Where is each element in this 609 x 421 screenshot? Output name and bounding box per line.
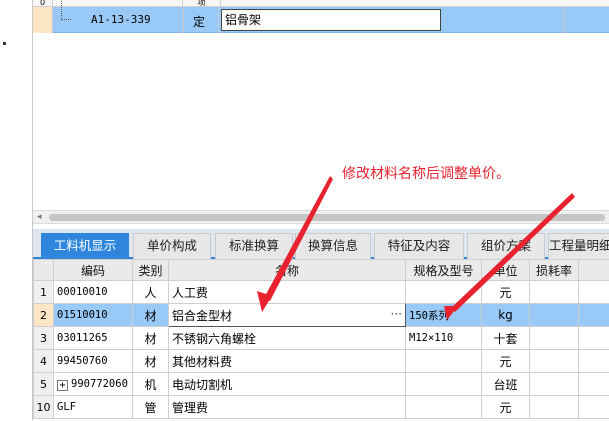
cell-loss-rate[interactable] <box>529 326 579 350</box>
cell-name[interactable]: 不锈钢六角螺栓 <box>168 326 406 350</box>
table-header: 编码 类别 名称 规格及型号 单位 损耗率 <box>33 259 609 281</box>
tab-conversion-info[interactable]: 换算信息 <box>295 233 371 259</box>
tab-standard-conversion[interactable]: 标准换算 <box>215 233 293 259</box>
column-divider <box>563 7 564 33</box>
column-header-spec[interactable]: 规格及型号 <box>405 259 482 281</box>
column-divider <box>218 7 219 33</box>
left-arrow-icon[interactable]: ◂ <box>37 212 42 222</box>
cell-category[interactable]: 机 <box>132 372 169 396</box>
cell-name-editor[interactable]: 铝合金型材 ··· <box>168 303 406 327</box>
column-header-code[interactable]: 编码 <box>53 259 133 281</box>
cell-code-text: 990772060 <box>71 377 128 390</box>
row-marker <box>33 7 53 33</box>
row-number: 2 <box>33 303 54 327</box>
partial-row-type: 项 <box>183 0 221 7</box>
tree-connector <box>61 0 71 20</box>
cell-extra[interactable] <box>578 395 609 419</box>
cell-unit[interactable]: kg <box>481 303 530 327</box>
row-number: 10 <box>33 395 54 419</box>
table-row[interactable]: 3 03011265 材 不锈钢六角螺栓 M12×110 十套 <box>33 326 609 350</box>
table-row[interactable]: 1 00010010 人 人工费 元 <box>33 280 609 304</box>
cell-extra[interactable] <box>578 349 609 373</box>
column-header <box>33 259 54 281</box>
cell-extra[interactable] <box>578 280 609 304</box>
cell-category[interactable]: 材 <box>132 349 169 373</box>
tab-unit-price-composition[interactable]: 单价构成 <box>133 233 211 259</box>
cell-loss-rate[interactable] <box>529 349 579 373</box>
row-number: 4 <box>33 349 54 373</box>
cell-code[interactable]: 99450760 <box>53 349 133 373</box>
ellipsis-icon[interactable]: ··· <box>391 307 402 321</box>
cell-name[interactable]: 人工费 <box>168 280 406 304</box>
cell-code[interactable]: 00010010 <box>53 280 133 304</box>
cell-unit[interactable]: 元 <box>481 395 530 419</box>
tab-labor-material-machine[interactable]: 工料机显示 <box>41 233 129 259</box>
cell-spec[interactable] <box>405 280 482 304</box>
cell-loss-rate[interactable] <box>529 303 579 327</box>
cell-spec[interactable]: 150系列 <box>405 303 482 327</box>
tab-features-content[interactable]: 特征及内容 <box>374 233 464 259</box>
cell-unit[interactable]: 元 <box>481 349 530 373</box>
cell-loss-rate[interactable] <box>529 395 579 419</box>
table-row[interactable]: 10 GLF 管 管理费 元 <box>33 395 609 419</box>
cell-spec[interactable] <box>405 395 482 419</box>
row-number: 3 <box>33 326 54 350</box>
tab-pricing-scheme[interactable]: 组价方案 <box>467 233 545 259</box>
table-row-selected[interactable]: 2 01510010 材 铝合金型材 ··· 150系列 kg <box>33 303 609 327</box>
cell-name[interactable]: 其他材料费 <box>168 349 406 373</box>
cell-extra[interactable] <box>578 372 609 396</box>
row-number: 5 <box>33 372 54 396</box>
cell-spec[interactable] <box>405 349 482 373</box>
partial-row-code <box>53 0 183 7</box>
editor-panel: 0 项 A1-13-339 定 铝骨架 ◂ 工料机显示 单价构成 标准换算 换算… <box>32 0 609 421</box>
annotation-note: 修改材料名称后调整单价。 <box>342 166 510 182</box>
plus-box-icon[interactable]: + <box>57 379 68 391</box>
cell-code[interactable]: GLF <box>53 395 133 419</box>
tab-quantity-details[interactable]: 工程量明细 <box>548 233 609 259</box>
table-row[interactable]: 5 +990772060 机 电动切割机 台班 <box>33 372 609 396</box>
bullet-mark <box>3 42 6 45</box>
quota-kind: 定 <box>193 15 206 29</box>
cell-code[interactable]: 01510010 <box>53 303 133 327</box>
horizontal-scrollbar[interactable]: ◂ <box>33 210 609 224</box>
cell-code-expandable[interactable]: +990772060 <box>53 372 133 396</box>
cell-extra[interactable] <box>578 326 609 350</box>
cell-spec[interactable] <box>405 372 482 396</box>
top-grid-selected-row[interactable]: A1-13-339 定 铝骨架 <box>33 0 609 33</box>
cell-name-text: 铝合金型材 <box>172 308 233 323</box>
partial-row-index: 0 <box>33 0 53 7</box>
cell-unit[interactable]: 元 <box>481 280 530 304</box>
cell-loss-rate[interactable] <box>529 280 579 304</box>
column-header-loss-rate[interactable]: 损耗率 <box>529 259 579 281</box>
cell-spec[interactable]: M12×110 <box>405 326 482 350</box>
cell-name[interactable]: 电动切割机 <box>168 372 406 396</box>
cell-category[interactable]: 人 <box>132 280 169 304</box>
column-header-unit[interactable]: 单位 <box>481 259 530 281</box>
cell-code[interactable]: 03011265 <box>53 326 133 350</box>
column-header-extra <box>578 259 609 281</box>
scrollbar-thumb[interactable] <box>49 214 605 221</box>
quota-name-input[interactable]: 铝骨架 <box>221 9 441 31</box>
top-grid-partial-row[interactable]: 0 项 <box>33 0 609 7</box>
column-divider <box>183 7 184 33</box>
column-header-name[interactable]: 名称 <box>168 259 406 281</box>
cell-unit[interactable]: 十套 <box>481 326 530 350</box>
cell-category[interactable]: 材 <box>132 326 169 350</box>
cell-loss-rate[interactable] <box>529 372 579 396</box>
column-header-category[interactable]: 类别 <box>132 259 169 281</box>
cell-category[interactable]: 管 <box>132 395 169 419</box>
cell-name[interactable]: 管理费 <box>168 395 406 419</box>
cell-extra[interactable] <box>578 303 609 327</box>
resource-table: 编码 类别 名称 规格及型号 单位 损耗率 1 00010010 人 人工费 元 <box>33 259 609 419</box>
cell-unit[interactable]: 台班 <box>481 372 530 396</box>
cell-category[interactable]: 材 <box>132 303 169 327</box>
detail-tabs: 工料机显示 单价构成 标准换算 换算信息 特征及内容 组价方案 工程量明细 <box>33 229 609 259</box>
table-row[interactable]: 4 99450760 材 其他材料费 元 <box>33 349 609 373</box>
quota-code: A1-13-339 <box>91 13 151 26</box>
row-number: 1 <box>33 280 54 304</box>
